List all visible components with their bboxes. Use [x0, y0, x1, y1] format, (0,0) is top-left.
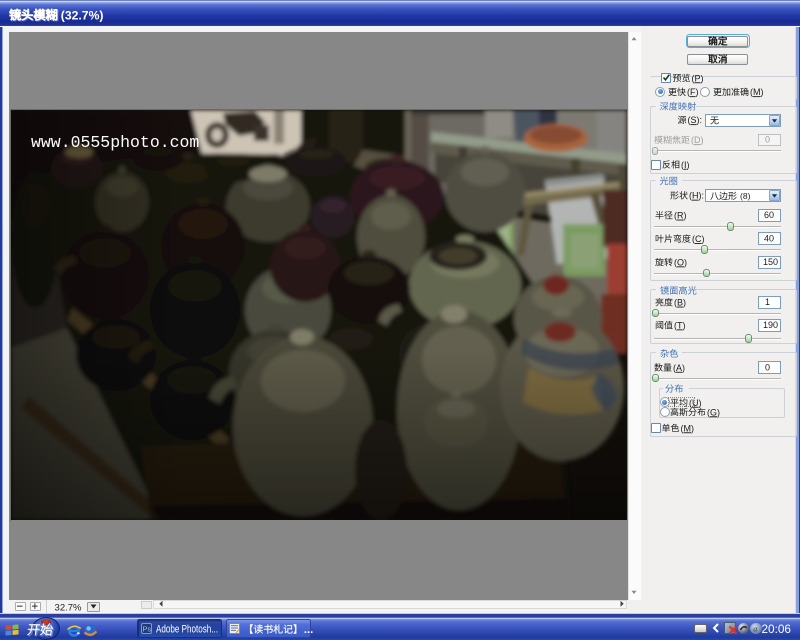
svg-text:www.0555photo.com: www.0555photo.com [31, 133, 199, 152]
svg-text:a: a [753, 624, 757, 633]
svg-text:Ps: Ps [142, 624, 151, 633]
